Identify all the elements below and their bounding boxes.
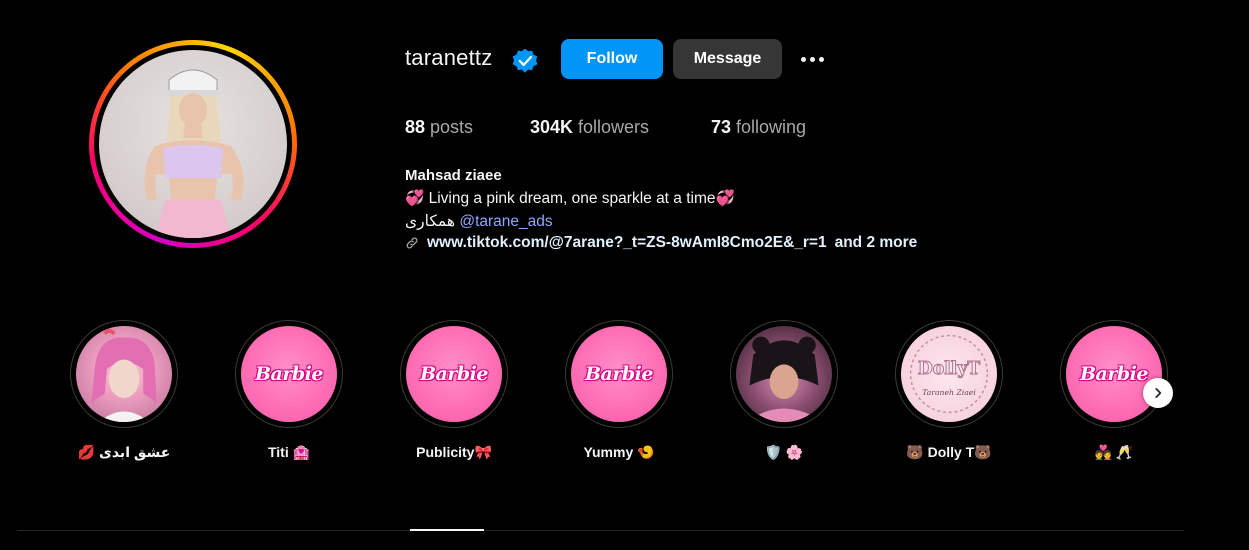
bio-mention-link[interactable]: @tarane_ads xyxy=(459,213,552,230)
link-icon xyxy=(406,237,418,249)
highlight-item[interactable]: 💋 عشق ابدی xyxy=(70,320,178,461)
bio-collab-text: همکاری xyxy=(405,213,456,230)
highlight-item[interactable]: Barbie Titi 🏩 xyxy=(235,320,343,461)
bio-line-1: 💞 Living a pink dream, one sparkle at a … xyxy=(405,190,735,207)
dolly-logo-subtitle: Taraneh Ziaei xyxy=(922,388,976,397)
tabs-divider xyxy=(17,530,1184,531)
highlight-item[interactable]: Barbie Yummy 🍤 xyxy=(565,320,673,461)
barbie-logo-icon: Barbie xyxy=(241,326,337,422)
avatar-photo xyxy=(99,50,287,238)
profile-username: taranettz xyxy=(405,45,493,70)
dolly-logo-title: DollyT xyxy=(918,359,981,379)
barbie-logo-text: Barbie xyxy=(585,363,653,385)
highlight-item[interactable]: Barbie Publicity🎀 xyxy=(400,320,508,461)
barbie-logo-icon: Barbie xyxy=(406,326,502,422)
highlight-label: 💋 عشق ابدی xyxy=(77,444,171,460)
highlight-cover-photo xyxy=(76,326,172,422)
posts-stat: 88 posts xyxy=(405,117,473,138)
highlight-label: Publicity🎀 xyxy=(416,444,492,460)
posts-count: 88 xyxy=(405,117,426,137)
bio-external-link[interactable]: www.tiktok.com/@7arane?_t=ZS-8wAmI8Cmo2E… xyxy=(405,234,917,252)
followers-stat[interactable]: 304K followers xyxy=(530,117,649,138)
tiktok-link[interactable]: www.tiktok.com/@7arane?_t=ZS-8wAmI8Cmo2E… xyxy=(427,234,827,252)
highlight-label: Titi 🏩 xyxy=(267,444,311,460)
more-links[interactable]: and 2 more xyxy=(835,234,918,252)
verified-badge-icon xyxy=(512,48,538,73)
highlight-item[interactable]: 🛡️ 🌸 xyxy=(730,320,838,461)
following-stat[interactable]: 73 following xyxy=(711,117,806,138)
highlight-label: 🛡️ 🌸 xyxy=(764,444,804,460)
barbie-logo-icon: Barbie xyxy=(571,326,667,422)
posts-label: posts xyxy=(430,117,474,137)
followers-label: followers xyxy=(578,117,650,137)
barbie-logo-text: Barbie xyxy=(1080,363,1148,385)
highlight-label: 🐻 Dolly T🐻 xyxy=(906,444,992,460)
barbie-logo-text: Barbie xyxy=(420,363,488,385)
highlights-next-button[interactable] xyxy=(1143,378,1173,408)
barbie-logo-icon: Barbie xyxy=(1066,326,1162,422)
dolly-t-logo-icon: DollyT Taraneh Ziaei xyxy=(901,326,997,422)
profile-avatar[interactable] xyxy=(89,40,297,248)
active-tab-indicator xyxy=(410,529,484,531)
chevron-right-icon xyxy=(1155,388,1162,398)
barbie-logo-text: Barbie xyxy=(255,363,323,385)
following-count: 73 xyxy=(711,117,732,137)
highlight-label: Yummy 🍤 xyxy=(583,444,655,460)
bio-line-2: همکاری @tarane_ads xyxy=(405,212,553,231)
follow-button[interactable]: Follow xyxy=(561,39,663,79)
followers-count: 304K xyxy=(530,117,574,137)
following-label: following xyxy=(736,117,807,137)
full-name: Mahsad ziaee xyxy=(405,167,502,184)
more-dots-icon[interactable] xyxy=(797,50,827,68)
avatar-illustration xyxy=(144,69,244,238)
profile-page: taranettz Follow Message 88 posts 304K fol… xyxy=(0,0,1249,550)
highlight-label: 💑 🥂 xyxy=(1094,444,1134,460)
highlight-item[interactable]: DollyT Taraneh Ziaei 🐻 Dolly T🐻 xyxy=(895,320,1003,461)
message-button[interactable]: Message xyxy=(673,39,782,79)
highlight-cover-photo xyxy=(736,326,832,422)
